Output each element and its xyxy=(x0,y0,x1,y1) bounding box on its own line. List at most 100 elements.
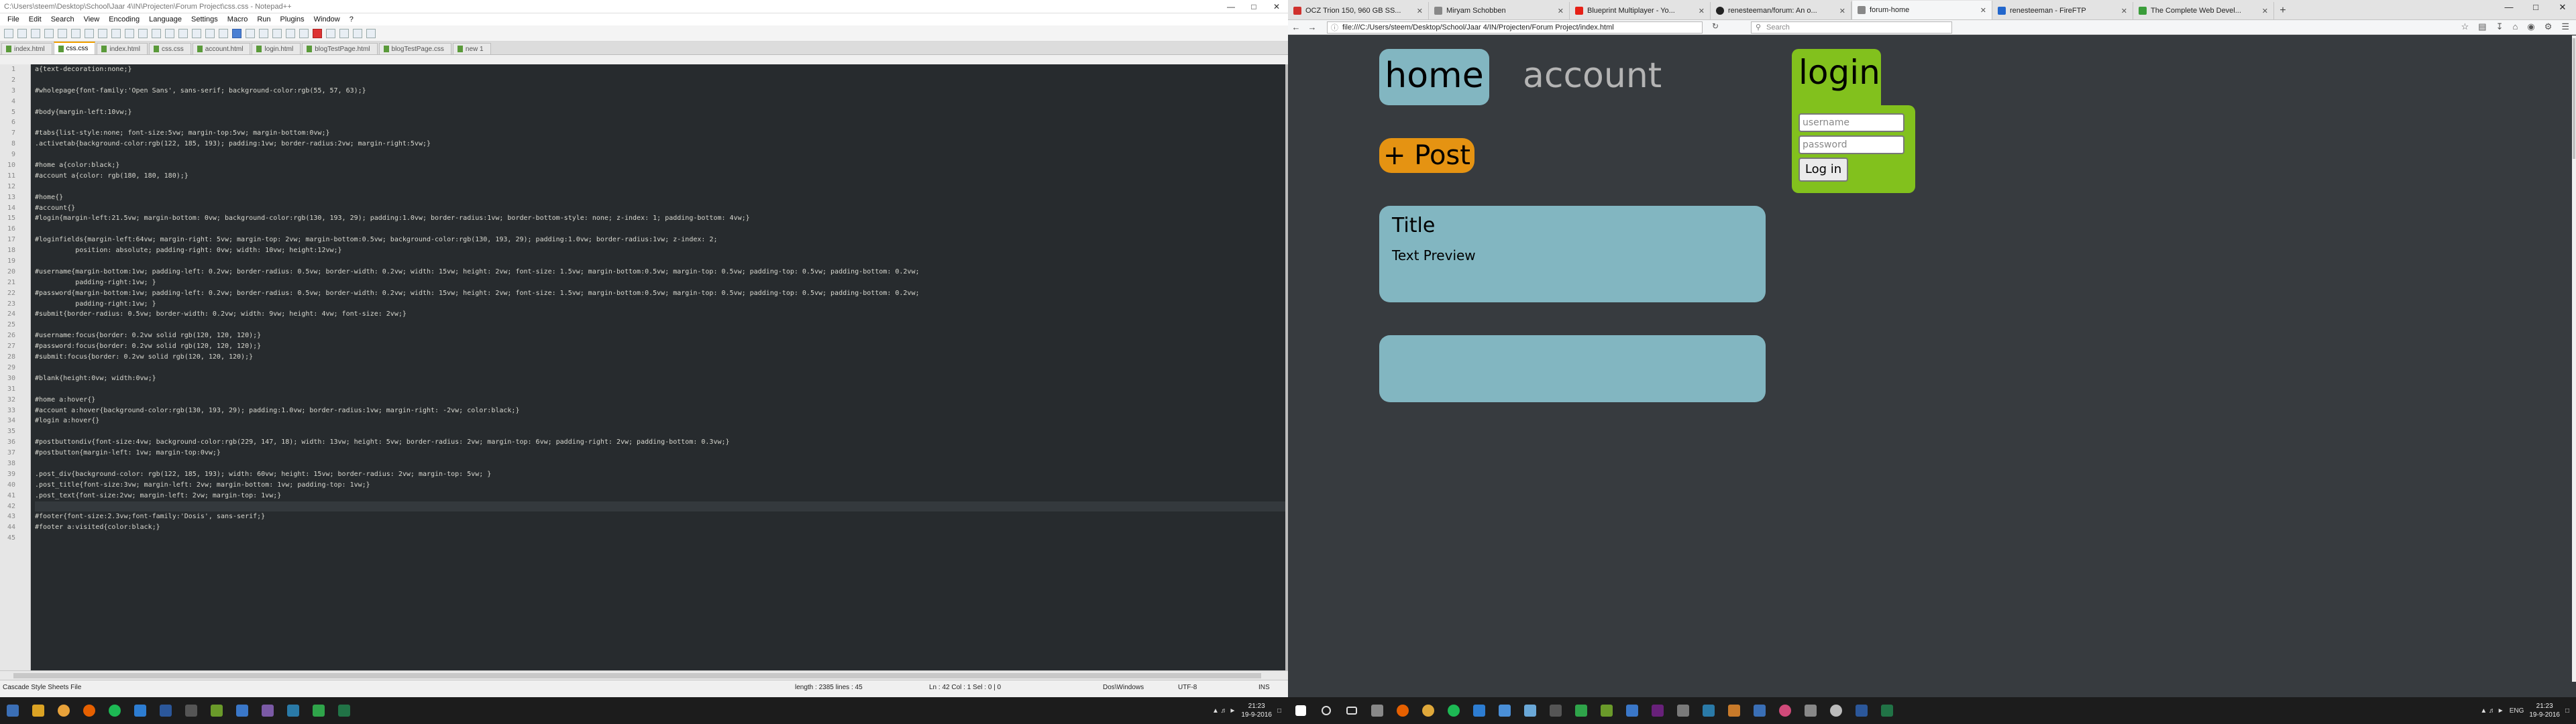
file-tab[interactable]: new 1 xyxy=(452,43,491,54)
forward-icon[interactable]: → xyxy=(1304,22,1320,32)
password-input[interactable]: password xyxy=(1799,135,1904,154)
browser-tab[interactable]: The Complete Web Devel... ✕ xyxy=(2133,2,2274,19)
code-line[interactable]: #footer a:visited{color:black;} xyxy=(35,522,1285,533)
close-tab-icon[interactable]: ✕ xyxy=(1699,7,1705,15)
file-tab[interactable]: index.html xyxy=(1,43,52,54)
menu-language[interactable]: Language xyxy=(144,15,186,23)
bookmark-star-icon[interactable]: ☆ xyxy=(2461,21,2469,32)
tray-icons[interactable]: ▲ ♬ ► xyxy=(1212,707,1236,715)
tray-icons[interactable]: ▲ ♬ ► xyxy=(2480,707,2504,715)
reload-icon[interactable]: ↻ xyxy=(1712,21,1719,31)
close-icon[interactable]: ✕ xyxy=(1265,0,1288,13)
indent-guide-icon[interactable] xyxy=(259,28,268,38)
code-line[interactable]: .post_title{font-size:3vw; margin-left: … xyxy=(35,480,1285,491)
code-line[interactable] xyxy=(35,182,1285,192)
code-line[interactable]: #tabs{list-style:none; font-size:5vw; ma… xyxy=(35,128,1285,139)
settings-icon[interactable] xyxy=(1823,697,1849,724)
pinned-app-icon[interactable] xyxy=(1619,697,1645,724)
close-tab-icon[interactable]: ✕ xyxy=(1980,6,1986,15)
task-view-icon[interactable] xyxy=(1339,697,1364,724)
code-line[interactable]: .activetab{background-color:rgb(122, 185… xyxy=(35,139,1285,149)
editor-horizontal-scrollbar[interactable] xyxy=(0,670,1288,680)
pinned-app-icon[interactable] xyxy=(255,697,280,724)
menu-run[interactable]: Run xyxy=(252,15,275,23)
code-line[interactable]: #username:focus{border: 0.2vw solid rgb(… xyxy=(35,330,1285,341)
page-info-icon[interactable]: ⓘ xyxy=(1331,23,1338,34)
undo-icon[interactable] xyxy=(138,28,148,38)
close-tab-icon[interactable]: ✕ xyxy=(2121,7,2127,15)
macro-save-icon[interactable] xyxy=(366,28,376,38)
file-tab[interactable]: login.html xyxy=(252,43,301,54)
chrome-icon[interactable] xyxy=(51,697,76,724)
code-line[interactable] xyxy=(35,426,1285,437)
new-tab-button[interactable]: + xyxy=(2274,2,2292,19)
menu-encoding[interactable]: Encoding xyxy=(104,15,144,23)
new-file-icon[interactable] xyxy=(4,28,13,38)
pinned-app-icon[interactable] xyxy=(1594,697,1619,724)
close-all-icon[interactable] xyxy=(71,28,80,38)
code-line[interactable]: #home{} xyxy=(35,192,1285,203)
menu-plugins[interactable]: Plugins xyxy=(276,15,309,23)
paste-icon[interactable] xyxy=(125,28,134,38)
code-line[interactable] xyxy=(35,224,1285,235)
browser-tab[interactable]: OCZ Trion 150, 960 GB SS... ✕ xyxy=(1288,2,1429,19)
menu-icon[interactable]: ☰ xyxy=(2561,21,2569,32)
post-card[interactable] xyxy=(1379,335,1766,402)
code-editor[interactable]: 1 2 3 4 5 6 7 8 9 10 11 12 13 14 15 16 17 18 19 20 21 22 23 24 2… xyxy=(0,64,1285,670)
login-button[interactable]: Log in xyxy=(1799,158,1848,182)
code-line[interactable] xyxy=(35,533,1285,544)
code-line[interactable]: #password:focus{border: 0.2vw solid rgb(… xyxy=(35,341,1285,352)
code-line[interactable] xyxy=(35,501,1285,512)
code-line[interactable] xyxy=(35,256,1285,267)
pinned-app-icon[interactable] xyxy=(1696,697,1721,724)
macro-run-multiple-icon[interactable] xyxy=(353,28,362,38)
pinned-app-icon[interactable] xyxy=(1568,697,1594,724)
pinned-app-icon[interactable] xyxy=(1492,697,1517,724)
browser-tab[interactable]: renesteeman/forum: An o... ✕ xyxy=(1711,2,1851,19)
code-line[interactable]: #blank{height:0vw; width:0vw;} xyxy=(35,373,1285,384)
code-area[interactable]: a{text-decoration:none;} #wholepage{font-… xyxy=(31,64,1285,670)
code-line[interactable]: .post_text{font-size:2vw; margin-left: 2… xyxy=(35,491,1285,501)
show-all-chars-icon[interactable] xyxy=(246,28,255,38)
menu-edit[interactable]: Edit xyxy=(24,15,46,23)
code-line[interactable]: #username{margin-bottom:1vw; padding-lef… xyxy=(35,267,1285,278)
code-line[interactable] xyxy=(35,384,1285,395)
code-line[interactable] xyxy=(35,75,1285,86)
clock[interactable]: 21:23 19-9-2016 xyxy=(1241,702,1272,719)
menu-file[interactable]: File xyxy=(3,15,24,23)
pinned-app-icon[interactable] xyxy=(0,697,25,724)
close-tab-icon[interactable]: ✕ xyxy=(1417,7,1423,15)
code-line[interactable]: padding-right:1vw; } xyxy=(35,278,1285,288)
code-line[interactable]: .post_div{background-color: rgb(122, 185… xyxy=(35,469,1285,480)
browser-tab[interactable]: Blueprint Multiplayer - Yo... ✕ xyxy=(1570,2,1711,19)
download-icon[interactable]: ↧ xyxy=(2496,21,2504,32)
pinned-app-icon[interactable] xyxy=(204,697,229,724)
pinned-app-icon[interactable] xyxy=(178,697,204,724)
code-line[interactable]: #account a:hover{background-color:rgb(13… xyxy=(35,406,1285,416)
pinned-app-icon[interactable] xyxy=(1543,697,1568,724)
code-line[interactable] xyxy=(35,320,1285,330)
minimize-icon[interactable]: — xyxy=(2496,0,2522,16)
code-line[interactable] xyxy=(35,459,1285,469)
home-tab[interactable]: home xyxy=(1379,49,1489,105)
open-file-icon[interactable] xyxy=(17,28,27,38)
doc-map-icon[interactable] xyxy=(286,28,295,38)
menu-view[interactable]: View xyxy=(79,15,105,23)
redo-icon[interactable] xyxy=(152,28,161,38)
code-line[interactable]: #wholepage{font-family:'Open Sans', sans… xyxy=(35,86,1285,97)
pinned-app-icon[interactable] xyxy=(1517,697,1543,724)
replace-icon[interactable] xyxy=(178,28,188,38)
search-icon[interactable] xyxy=(1313,697,1339,724)
clock[interactable]: 21:23 19-9-2016 xyxy=(2529,702,2560,719)
file-tab-active[interactable]: css.css xyxy=(53,42,96,54)
code-line[interactable]: #account{} xyxy=(35,203,1285,214)
notification-icon[interactable]: □ xyxy=(1277,707,1281,715)
code-line[interactable]: #password{margin-bottom:1vw; padding-lef… xyxy=(35,288,1285,299)
code-line[interactable]: #login{margin-left:21.5vw; margin-bottom… xyxy=(35,213,1285,224)
menu-window[interactable]: Window xyxy=(309,15,345,23)
code-line[interactable]: #account a{color: rgb(180, 180, 180);} xyxy=(35,171,1285,182)
code-line[interactable] xyxy=(35,117,1285,128)
spotify-icon[interactable] xyxy=(1441,697,1466,724)
cut-icon[interactable] xyxy=(98,28,107,38)
spotify-icon[interactable] xyxy=(102,697,127,724)
